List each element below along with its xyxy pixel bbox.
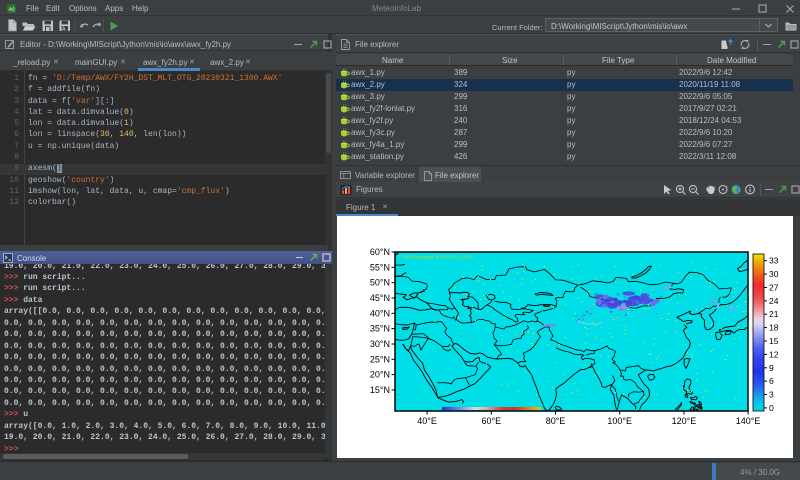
svg-text:21: 21 — [769, 309, 779, 319]
svg-text:55°N: 55°N — [370, 262, 390, 272]
svg-text:27: 27 — [769, 283, 779, 293]
svg-text:24: 24 — [769, 296, 779, 306]
svg-text:80°E: 80°E — [546, 416, 566, 426]
svg-text:9: 9 — [769, 363, 774, 373]
svg-text:15: 15 — [769, 336, 779, 346]
svg-text:20°N: 20°N — [370, 370, 390, 380]
svg-text:50°N: 50°N — [370, 278, 390, 288]
svg-text:45°N: 45°N — [370, 293, 390, 303]
svg-text:35°N: 35°N — [370, 324, 390, 334]
svg-text:25°N: 25°N — [370, 354, 390, 364]
svg-text:30°N: 30°N — [370, 339, 390, 349]
svg-text:30: 30 — [769, 269, 779, 279]
svg-text:FY2H DustImage 2023-03-21_13:: FY2H DustImage 2023-03-21_13:00 — [399, 255, 474, 260]
svg-text:40°E: 40°E — [417, 416, 437, 426]
svg-text:60°N: 60°N — [370, 247, 390, 257]
svg-text:140°E: 140°E — [736, 416, 761, 426]
svg-text:6: 6 — [769, 376, 774, 386]
svg-text:0: 0 — [769, 403, 774, 413]
svg-text:33: 33 — [769, 256, 779, 266]
svg-text:3: 3 — [769, 390, 774, 400]
svg-text:100°E: 100°E — [607, 416, 632, 426]
svg-text:40°N: 40°N — [370, 308, 390, 318]
svg-text:18: 18 — [769, 323, 779, 333]
svg-text:12: 12 — [769, 349, 779, 359]
svg-text:60°E: 60°E — [481, 416, 501, 426]
svg-text:120°E: 120°E — [672, 416, 697, 426]
svg-text:15°N: 15°N — [370, 385, 390, 395]
